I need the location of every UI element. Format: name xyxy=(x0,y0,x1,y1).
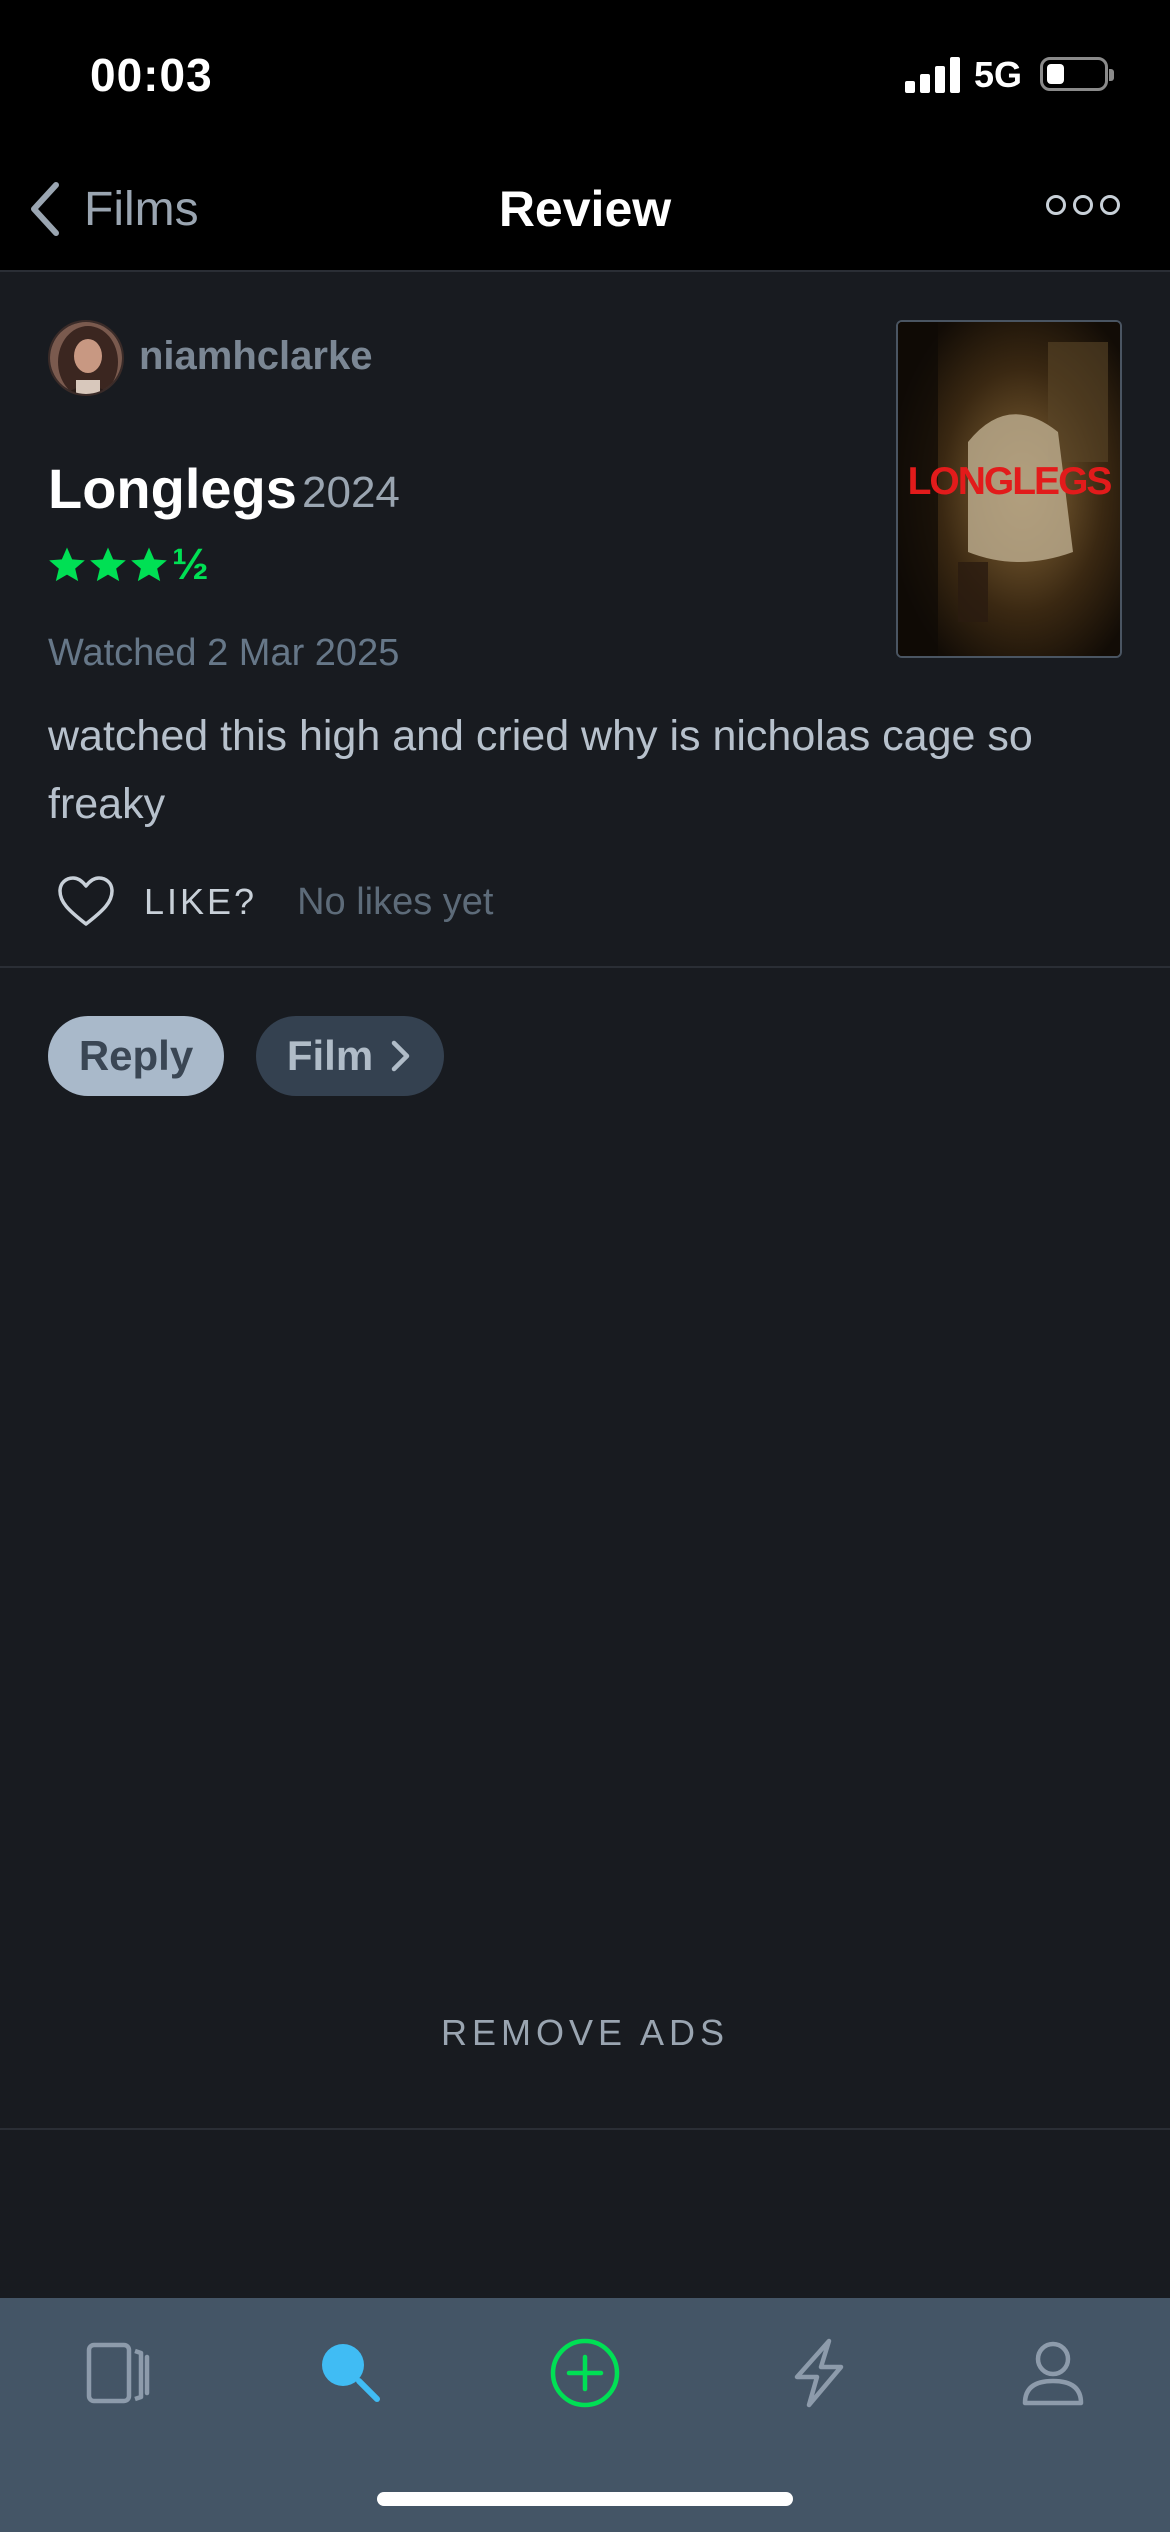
network-label: 5G xyxy=(974,54,1023,95)
tab-profile[interactable] xyxy=(1008,2328,1098,2418)
star-icon xyxy=(90,547,126,582)
film-label: Film xyxy=(286,1032,374,1079)
status-bar: 00:03 5G xyxy=(0,0,1170,150)
more-options-icon[interactable] xyxy=(1046,190,1120,220)
nav-bar: Films Review xyxy=(0,150,1170,272)
like-button[interactable]: LIKE? xyxy=(144,881,257,923)
film-button[interactable]: Film xyxy=(256,1016,444,1096)
chevron-right-icon xyxy=(391,1040,410,1072)
poster-title: LONGLEGS xyxy=(907,460,1113,503)
profile-icon xyxy=(1022,2341,1084,2406)
film-poster[interactable]: LONGLEGS xyxy=(896,320,1122,658)
film-title[interactable]: Longlegs xyxy=(48,456,297,521)
divider xyxy=(0,2128,1170,2130)
username-link[interactable]: niamhclarke xyxy=(139,334,372,379)
activity-icon xyxy=(794,2338,844,2408)
status-time: 00:03 xyxy=(90,49,213,101)
reply-label: Reply xyxy=(78,1032,194,1079)
tab-activity[interactable] xyxy=(774,2328,864,2418)
remove-ads-link[interactable]: REMOVE ADS xyxy=(0,2012,1170,2054)
tab-add[interactable] xyxy=(540,2328,630,2418)
film-year: 2024 xyxy=(302,468,400,517)
half-star-glyph: ½ xyxy=(172,540,209,589)
films-icon xyxy=(86,2342,150,2404)
like-row: LIKE? No likes yet xyxy=(56,872,493,932)
battery-icon xyxy=(1040,57,1114,91)
search-icon xyxy=(322,2344,380,2402)
star-icon xyxy=(49,547,85,582)
rating-stars: ½ xyxy=(47,542,209,588)
signal-icon xyxy=(905,57,961,93)
likes-count: No likes yet xyxy=(297,880,494,923)
avatar[interactable] xyxy=(48,320,124,396)
add-icon xyxy=(550,2338,620,2408)
tab-search[interactable] xyxy=(306,2328,396,2418)
review-text: watched this high and cried why is nicho… xyxy=(48,712,1033,828)
watched-date: Watched 2 Mar 2025 xyxy=(48,632,400,674)
home-indicator[interactable] xyxy=(377,2492,793,2506)
star-icon xyxy=(131,547,167,582)
heart-icon[interactable] xyxy=(56,874,116,930)
review-card: niamhclarke Longlegs 2024 ½ Watched 2 Ma… xyxy=(0,272,1170,968)
page-title: Review xyxy=(498,181,672,237)
reply-button[interactable]: Reply xyxy=(48,1016,224,1096)
tab-films[interactable] xyxy=(72,2328,162,2418)
